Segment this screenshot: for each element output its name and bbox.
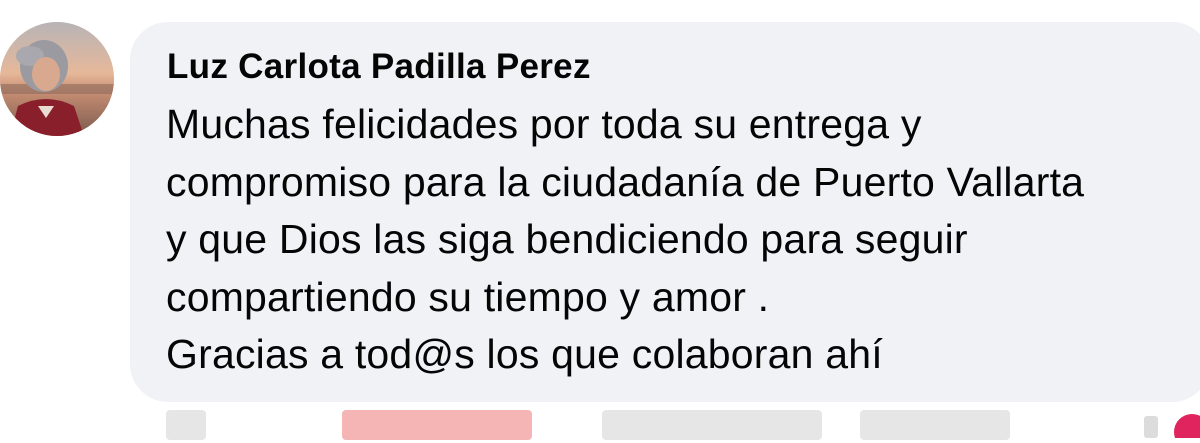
comment-author[interactable]: Luz Carlota Padilla Perez xyxy=(167,47,591,87)
timestamp-cropped xyxy=(166,410,206,440)
comment-text: Muchas felicidades por toda su entrega y… xyxy=(166,96,1176,384)
edit-link-cropped[interactable] xyxy=(860,410,1010,440)
comment-line: compartiendo su tiempo y amor . xyxy=(166,273,770,320)
comment-actions-row xyxy=(166,410,1200,440)
profile-photo xyxy=(0,22,114,136)
comment-line: Gracias a tod@s los que colaboran ahí xyxy=(166,331,883,377)
heart-reaction-icon xyxy=(1144,414,1200,443)
comment-line: compromiso para la ciudadanía de Puerto … xyxy=(166,158,1085,205)
comment-line: y que Dios las siga bendiciendo para seg… xyxy=(166,216,968,262)
comment-line: Muchas felicidades por toda su entrega y xyxy=(166,101,922,147)
reaction-count-cropped[interactable] xyxy=(1140,408,1200,443)
reply-link-cropped[interactable] xyxy=(602,410,822,440)
avatar[interactable] xyxy=(0,22,114,136)
reaction-link-cropped[interactable] xyxy=(342,410,532,440)
